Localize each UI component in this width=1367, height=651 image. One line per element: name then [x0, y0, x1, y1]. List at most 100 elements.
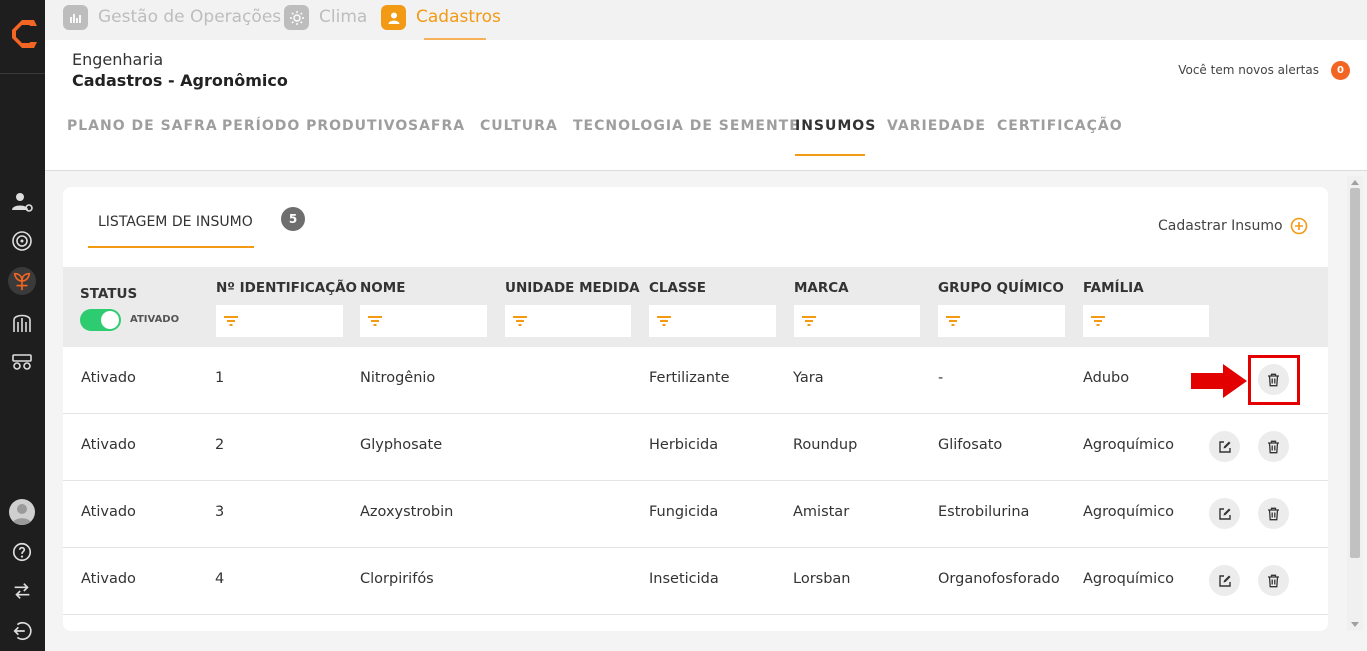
page-title: Cadastros - Agronômico: [72, 71, 288, 90]
filter-nome[interactable]: [360, 305, 487, 337]
cell-familia: Adubo: [1083, 370, 1130, 386]
edit-button[interactable]: [1209, 498, 1240, 529]
edit-icon: [1218, 574, 1231, 587]
user-icon: [381, 5, 406, 30]
cell-grupo: -: [938, 370, 944, 386]
header-classe: CLASSE: [649, 280, 707, 296]
alerts-text[interactable]: Você tem novos alertas: [1178, 63, 1319, 77]
tab-certificacao[interactable]: CERTIFICAÇÃO: [997, 118, 1123, 134]
cell-classe: Fungicida: [649, 504, 719, 520]
swap-icon[interactable]: [8, 577, 36, 605]
header-familia: FAMÍLIA: [1083, 280, 1144, 296]
header-nome: NOME: [360, 280, 406, 296]
cell-id: 1: [215, 370, 225, 386]
header-unidade-medida: UNIDADE MEDIDA: [505, 280, 640, 296]
table-header: STATUS ATIVADO Nº IDENTIFICAÇÃO NOME UNI…: [63, 267, 1328, 347]
filter-marca[interactable]: [794, 305, 920, 337]
cell-nome: Glyphosate: [360, 437, 443, 453]
cell-nome: Azoxystrobin: [360, 504, 454, 520]
delete-button[interactable]: [1258, 431, 1289, 462]
delete-button[interactable]: [1258, 565, 1289, 596]
delete-button[interactable]: [1258, 498, 1289, 529]
status-toggle-label: ATIVADO: [130, 314, 180, 325]
logo-icon[interactable]: [6, 18, 39, 50]
help-icon[interactable]: [8, 538, 36, 566]
table-row: Ativado 2 Glyphosate Herbicida Roundup G…: [63, 414, 1328, 481]
cell-marca: Yara: [793, 370, 824, 386]
tab-variedade[interactable]: VARIEDADE: [887, 118, 986, 134]
tab-listagem-de-insumo[interactable]: LISTAGEM DE INSUMO: [98, 214, 253, 230]
tab-label: Gestão de Operações: [98, 7, 282, 27]
sidebar-divider: [0, 73, 45, 74]
table-row: Ativado 4 Clorpirifós Inseticida Lorsban…: [63, 548, 1328, 615]
edit-button[interactable]: [1209, 565, 1240, 596]
cell-familia: Agroquímico: [1083, 504, 1175, 520]
header-status: STATUS: [80, 286, 138, 302]
tractor-icon[interactable]: [8, 347, 36, 375]
cell-familia: Agroquímico: [1083, 437, 1175, 453]
active-tab-underline: [795, 154, 865, 156]
add-insumo-label: Cadastrar Insumo: [1158, 218, 1283, 234]
filter-icon: [513, 316, 527, 326]
cell-classe: Fertilizante: [649, 370, 730, 386]
filter-familia[interactable]: [1083, 305, 1209, 337]
sidebar: [0, 0, 45, 651]
table-row: Ativado 3 Azoxystrobin Fungicida Amistar…: [63, 481, 1328, 548]
edit-icon: [1218, 507, 1231, 520]
cell-grupo: Glifosato: [938, 437, 1003, 453]
logout-icon[interactable]: [8, 617, 36, 645]
cell-familia: Agroquímico: [1083, 571, 1175, 587]
tab-clima[interactable]: Clima: [284, 5, 367, 40]
header-grupo-quimico: GRUPO QUÍMICO: [938, 280, 1064, 296]
add-insumo-button[interactable]: Cadastrar Insumo: [1158, 217, 1308, 235]
filter-identificacao[interactable]: [216, 305, 343, 337]
cell-id: 2: [215, 437, 225, 453]
user-settings-icon[interactable]: [8, 188, 36, 216]
cell-grupo: Organofosforado: [938, 571, 1060, 587]
trash-icon: [1268, 507, 1279, 520]
filter-icon: [224, 316, 238, 326]
seedling-icon[interactable]: [8, 267, 36, 295]
tab-plano-de-safra[interactable]: PLANO DE SAFRA: [67, 118, 218, 134]
section-name: Engenharia: [72, 50, 164, 69]
filter-icon: [946, 316, 960, 326]
scroll-up-arrow[interactable]: [1351, 180, 1359, 185]
edit-button[interactable]: [1209, 431, 1240, 462]
target-icon[interactable]: [8, 227, 36, 255]
edit-icon: [1218, 440, 1231, 453]
scroll-down-arrow[interactable]: [1351, 622, 1359, 627]
tab-gestao-operacoes[interactable]: Gestão de Operações: [63, 5, 281, 40]
tab-periodo-produtivo[interactable]: PERÍODO PRODUTIVO: [222, 118, 408, 134]
cell-grupo: Estrobilurina: [938, 504, 1030, 520]
header-identificacao: Nº IDENTIFICAÇÃO: [216, 280, 358, 296]
cell-id: 3: [215, 504, 225, 520]
avatar[interactable]: [9, 499, 35, 525]
status-toggle[interactable]: [80, 309, 121, 331]
scrollbar[interactable]: [1347, 176, 1363, 631]
header-marca: MARCA: [794, 280, 849, 296]
trash-icon: [1268, 574, 1279, 587]
tab-label: Clima: [319, 7, 368, 27]
cell-status: Ativado: [81, 571, 136, 587]
silo-icon[interactable]: [8, 308, 36, 336]
cell-status: Ativado: [81, 370, 136, 386]
scrollbar-thumb[interactable]: [1350, 188, 1360, 558]
filter-classe[interactable]: [649, 305, 776, 337]
count-badge: 5: [281, 207, 305, 231]
tab-cadastros[interactable]: Cadastros: [381, 5, 501, 40]
tab-insumos[interactable]: INSUMOS: [795, 118, 876, 134]
cell-classe: Inseticida: [649, 571, 719, 587]
cell-nome: Nitrogênio: [360, 370, 436, 386]
filter-grupo-quimico[interactable]: [938, 305, 1065, 337]
tab-cultura[interactable]: CULTURA: [480, 118, 558, 134]
filter-unidade-medida[interactable]: [505, 305, 631, 337]
page-header: Engenharia Cadastros - Agronômico Você t…: [45, 40, 1367, 171]
tab-safra[interactable]: SAFRA: [408, 118, 465, 134]
highlight-box: [1248, 355, 1300, 405]
plus-circle-icon: [1290, 217, 1307, 235]
filter-icon: [1091, 316, 1105, 326]
alerts-badge[interactable]: 0: [1331, 61, 1350, 80]
cell-marca: Lorsban: [793, 571, 851, 587]
tab-tecnologia-de-semente[interactable]: TECNOLOGIA DE SEMENTE: [573, 118, 800, 134]
table-row: Ativado 1 Nitrogênio Fertilizante Yara -…: [63, 347, 1328, 414]
